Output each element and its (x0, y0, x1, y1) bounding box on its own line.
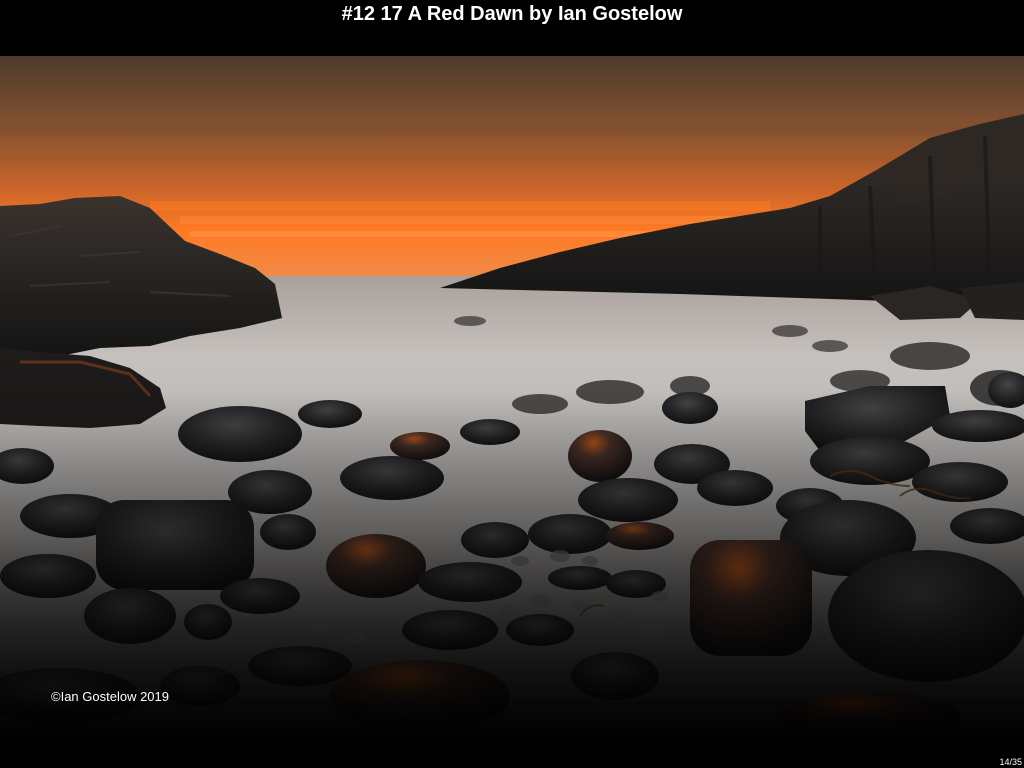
photo (0, 56, 1024, 738)
photo-canvas (0, 56, 1024, 738)
slide: #12 17 A Red Dawn by Ian Gostelow ©Ian G… (0, 0, 1024, 768)
slide-title: #12 17 A Red Dawn by Ian Gostelow (341, 3, 683, 25)
slide-counter: 14/35 (999, 757, 1022, 767)
foreground-shadow (0, 356, 1024, 738)
title-bar: #12 17 A Red Dawn by Ian Gostelow (0, 0, 1024, 56)
copyright-watermark: ©Ian Gostelow 2019 (51, 689, 169, 704)
